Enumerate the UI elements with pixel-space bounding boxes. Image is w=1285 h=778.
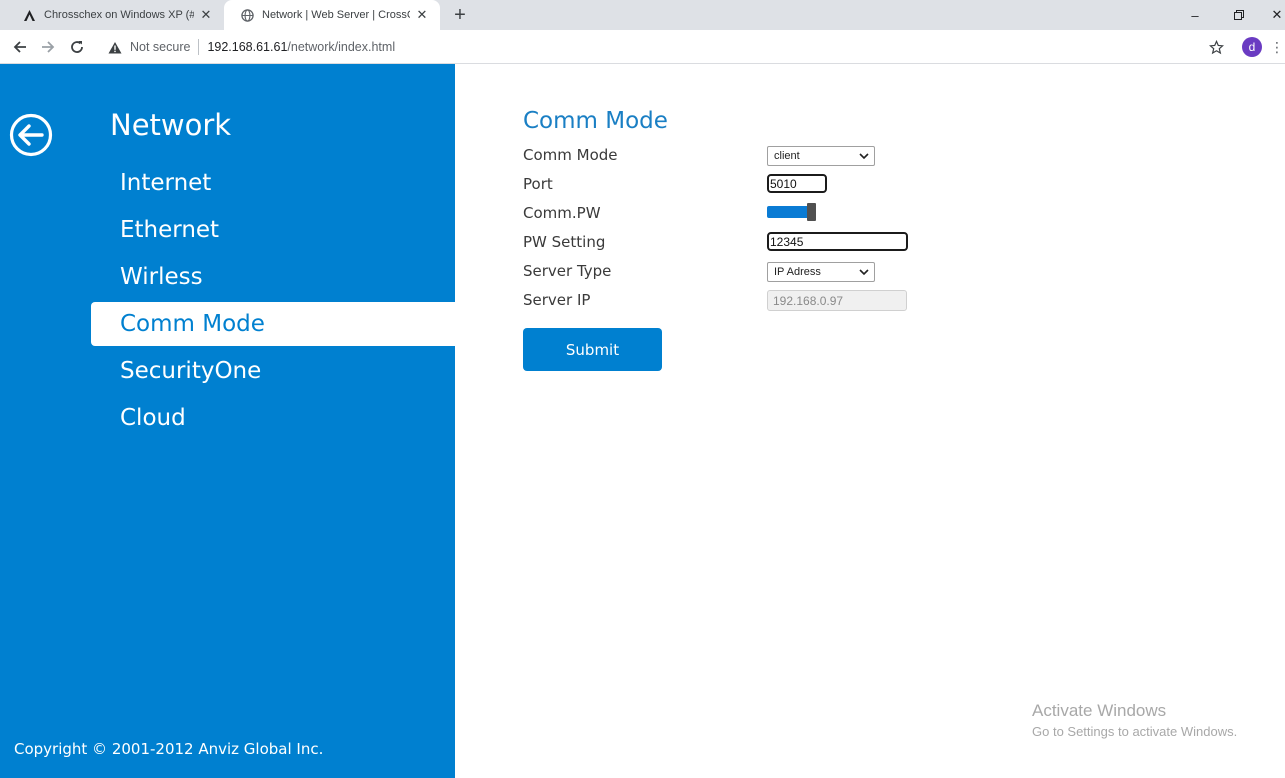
arrow-left-icon bbox=[13, 41, 26, 53]
browser-toolbar: Not secure 192.168.61.61/network/index.h… bbox=[0, 30, 1285, 64]
comm-mode-select[interactable]: client bbox=[767, 146, 875, 166]
server-type-value: IP Adress bbox=[774, 266, 821, 278]
address-divider bbox=[198, 39, 200, 55]
close-tab-icon[interactable]: ✕ bbox=[198, 7, 214, 23]
back-arrow-icon[interactable] bbox=[9, 113, 53, 157]
sidebar: Network Internet Ethernet Wirless Comm M… bbox=[0, 64, 455, 778]
server-type-label: Server Type bbox=[523, 262, 612, 280]
security-label[interactable]: Not secure bbox=[130, 40, 190, 54]
back-button[interactable] bbox=[8, 35, 32, 59]
globe-icon bbox=[240, 8, 254, 22]
comm-pw-toggle[interactable] bbox=[767, 203, 817, 221]
toggle-track bbox=[767, 206, 811, 218]
page-title: Comm Mode bbox=[523, 108, 668, 134]
minimize-button[interactable]: – bbox=[1172, 0, 1218, 30]
comm-pw-label: Comm.PW bbox=[523, 204, 601, 222]
reload-icon bbox=[71, 41, 83, 53]
arrow-right-icon bbox=[42, 41, 55, 53]
server-type-select[interactable]: IP Adress bbox=[767, 262, 875, 282]
browser-tab-crosschex[interactable]: Chrosschex on Windows XP (#12 ✕ bbox=[6, 0, 224, 30]
port-label: Port bbox=[523, 175, 553, 193]
sidebar-heading: Network bbox=[110, 108, 232, 142]
sidebar-item-internet[interactable]: Internet bbox=[91, 161, 455, 205]
warning-icon bbox=[108, 41, 122, 54]
browser-tab-network[interactable]: Network | Web Server | CrossChe ✕ bbox=[224, 0, 440, 30]
chevron-down-icon bbox=[859, 153, 869, 160]
port-input[interactable]: 5010 bbox=[767, 174, 827, 193]
url-path: /network/index.html bbox=[287, 40, 396, 54]
sidebar-item-cloud[interactable]: Cloud bbox=[91, 396, 455, 440]
close-window-button[interactable]: ✕ bbox=[1254, 0, 1285, 30]
main-content: Comm Mode Comm Mode client Port 5010 Com… bbox=[455, 64, 1285, 778]
activate-windows-subtitle: Go to Settings to activate Windows. bbox=[1032, 724, 1238, 739]
activate-windows-title: Activate Windows bbox=[1032, 701, 1167, 720]
sidebar-item-securityone[interactable]: SecurityOne bbox=[91, 349, 455, 393]
comm-mode-label: Comm Mode bbox=[523, 146, 618, 164]
chevron-down-icon bbox=[859, 269, 869, 276]
url-host: 192.168.61.61 bbox=[207, 40, 288, 54]
profile-avatar[interactable]: d bbox=[1242, 37, 1262, 57]
submit-button[interactable]: Submit bbox=[523, 328, 662, 371]
copyright-text: Copyright © 2001-2012 Anviz Global Inc. bbox=[14, 740, 324, 758]
comm-mode-value: client bbox=[774, 150, 800, 162]
server-ip-input: 192.168.0.97 bbox=[767, 290, 907, 311]
sidebar-item-wirless[interactable]: Wirless bbox=[91, 255, 455, 299]
pw-setting-label: PW Setting bbox=[523, 233, 606, 251]
address-bar[interactable]: Not secure 192.168.61.61/network/index.h… bbox=[98, 33, 1258, 61]
tab-title: Network | Web Server | CrossChe bbox=[262, 9, 410, 21]
new-tab-button[interactable]: + bbox=[448, 3, 472, 27]
sidebar-item-ethernet[interactable]: Ethernet bbox=[91, 208, 455, 252]
arviz-logo-icon bbox=[22, 8, 36, 22]
forward-button[interactable] bbox=[36, 35, 60, 59]
bookmark-star-icon[interactable] bbox=[1206, 35, 1226, 59]
toggle-knob bbox=[807, 203, 816, 221]
server-ip-label: Server IP bbox=[523, 291, 591, 309]
restore-icon bbox=[1234, 10, 1244, 20]
sidebar-item-comm-mode[interactable]: Comm Mode bbox=[91, 302, 455, 346]
browser-menu-icon[interactable]: ⋮ bbox=[1270, 35, 1284, 59]
close-tab-icon[interactable]: ✕ bbox=[414, 7, 430, 23]
pw-setting-input[interactable]: 12345 bbox=[767, 232, 908, 251]
reload-button[interactable] bbox=[65, 35, 89, 59]
browser-tab-strip: Chrosschex on Windows XP (#12 ✕ Network … bbox=[0, 0, 1285, 30]
tab-title: Chrosschex on Windows XP (#12 bbox=[44, 9, 194, 21]
